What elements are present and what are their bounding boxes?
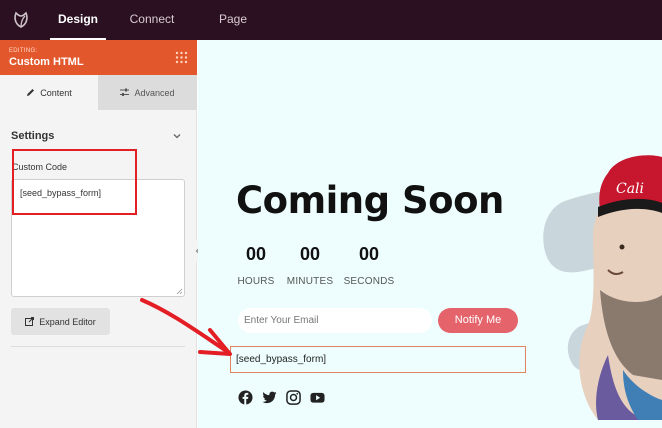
highlight-box-annotation	[12, 149, 137, 215]
countdown-hours-value: 00	[245, 244, 267, 264]
svg-text:Cali: Cali	[616, 181, 644, 197]
page-canvas: Coming Soon 00 00 00 HOURS MINUTES SECON…	[198, 40, 662, 428]
tab-connect[interactable]: Connect	[124, 0, 180, 40]
countdown-seconds-label: SECONDS	[343, 276, 395, 287]
facebook-icon[interactable]	[238, 390, 253, 405]
shortcode-output[interactable]: [seed_bypass_form]	[230, 346, 526, 373]
resize-grip-icon[interactable]	[176, 288, 182, 294]
top-nav-bar: Design Connect Page Settings	[0, 0, 662, 64]
sidebar-panel: EDITING: Custom HTML Content Advanced Se…	[0, 40, 197, 428]
countdown-minutes-value: 00	[299, 244, 321, 264]
countdown-seconds-value: 00	[358, 244, 380, 264]
tab-design[interactable]: Design	[50, 0, 106, 40]
tab-advanced-label: Advanced	[134, 87, 175, 98]
external-link-icon	[25, 317, 35, 326]
twitter-icon[interactable]	[262, 390, 277, 405]
sliders-icon	[120, 88, 130, 96]
social-icons-row	[238, 390, 325, 405]
pencil-icon	[27, 89, 35, 96]
hero-photo: Cali	[543, 155, 662, 420]
notify-me-button[interactable]: Notify Me	[438, 308, 518, 333]
youtube-icon[interactable]	[310, 390, 325, 405]
settings-heading[interactable]: Settings	[11, 130, 54, 142]
coming-soon-heading: Coming Soon	[236, 179, 504, 222]
tab-content-label: Content	[40, 87, 72, 98]
sidebar-divider	[11, 346, 185, 347]
editing-title: Custom HTML	[9, 56, 84, 68]
tab-page-settings[interactable]: Page Settings	[196, 0, 270, 64]
email-input[interactable]: Enter Your Email	[238, 308, 432, 333]
editing-label: EDITING:	[9, 48, 38, 54]
grid-icon[interactable]	[175, 51, 188, 64]
tab-content[interactable]: Content	[0, 75, 98, 110]
expand-editor-label: Expand Editor	[39, 316, 96, 327]
expand-editor-button[interactable]: Expand Editor	[11, 308, 110, 335]
instagram-icon[interactable]	[286, 390, 301, 405]
chevron-down-icon[interactable]	[172, 131, 182, 141]
editing-header: EDITING: Custom HTML	[0, 40, 197, 75]
seedprod-logo-icon[interactable]	[0, 0, 42, 40]
tab-advanced[interactable]: Advanced	[98, 75, 197, 110]
